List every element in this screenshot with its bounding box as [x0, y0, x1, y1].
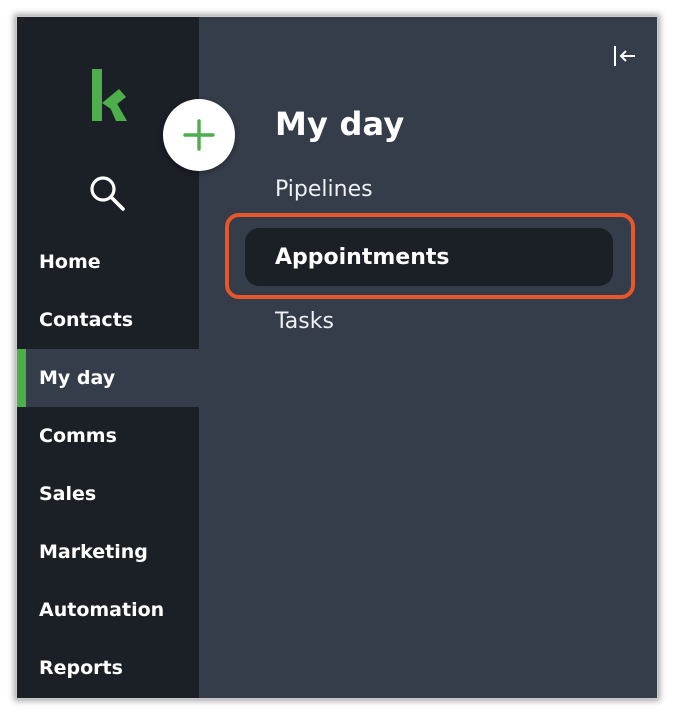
search-button[interactable]	[87, 173, 129, 215]
subnav-item-label: Appointments	[275, 244, 450, 270]
nav-item-automation[interactable]: Automation	[17, 581, 199, 639]
app-window: Home Contacts My day Comms Sales Marketi…	[16, 16, 658, 699]
subnav-item-tasks[interactable]: Tasks	[275, 309, 334, 334]
nav-item-contacts[interactable]: Contacts	[17, 291, 199, 349]
plus-icon	[183, 119, 215, 151]
nav-item-reports[interactable]: Reports	[17, 639, 199, 697]
nav-item-my-day[interactable]: My day	[17, 349, 199, 407]
nav-item-sales[interactable]: Sales	[17, 465, 199, 523]
nav-item-label: My day	[39, 367, 116, 389]
collapse-left-icon	[614, 46, 635, 66]
collapse-panel-button[interactable]	[611, 43, 639, 69]
nav-item-label: Contacts	[39, 309, 134, 331]
add-button[interactable]	[163, 99, 235, 171]
nav-item-label: Comms	[39, 425, 117, 447]
nav-item-home[interactable]: Home	[17, 233, 199, 291]
keap-logo-icon[interactable]	[89, 69, 127, 121]
subnav-item-pipelines[interactable]: Pipelines	[275, 177, 373, 202]
nav-item-label: Marketing	[39, 541, 148, 563]
panel-title: My day	[275, 105, 405, 143]
subnav-item-appointments[interactable]: Appointments	[245, 228, 613, 286]
search-icon	[90, 176, 125, 211]
nav-item-label: Sales	[39, 483, 97, 505]
nav-item-comms[interactable]: Comms	[17, 407, 199, 465]
nav-item-marketing[interactable]: Marketing	[17, 523, 199, 581]
nav-item-label: Home	[39, 251, 101, 273]
nav-item-label: Automation	[39, 599, 165, 621]
nav-item-label: Reports	[39, 657, 123, 679]
